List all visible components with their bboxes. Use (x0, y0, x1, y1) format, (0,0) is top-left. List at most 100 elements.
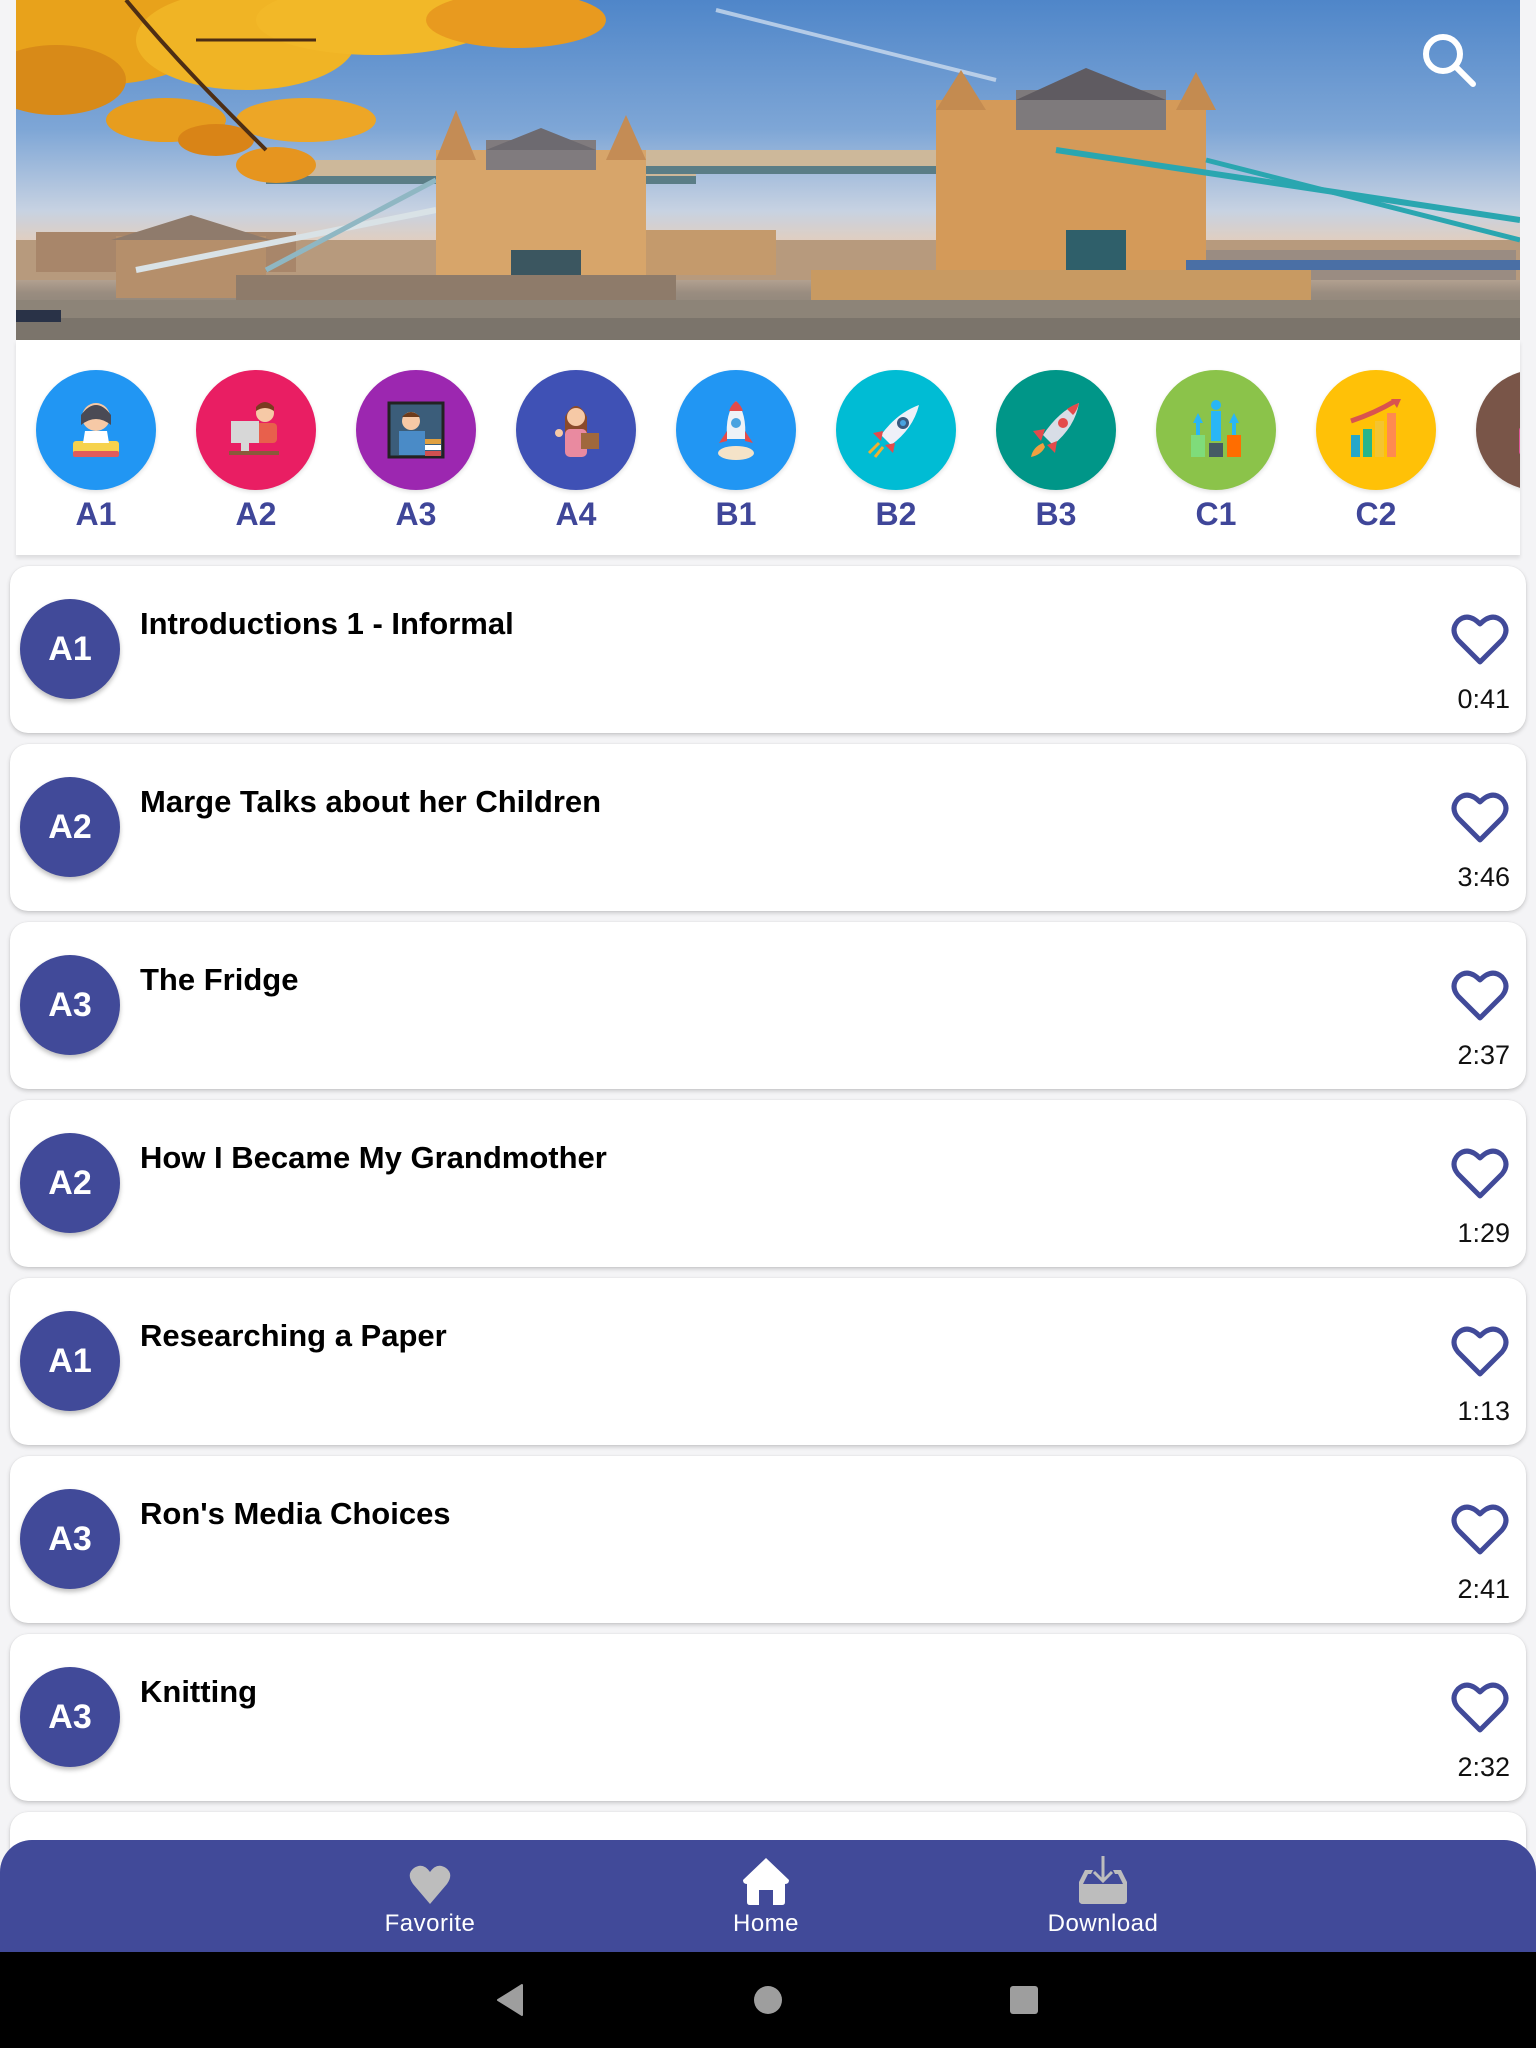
heart-outline-icon (1451, 970, 1509, 1021)
teacher-board-icon (387, 401, 445, 459)
nav-label: Download (1047, 1910, 1159, 1937)
tower-bridge-image (16, 0, 1520, 340)
rocket-boost-icon (1031, 403, 1079, 457)
level-selector: A1 A2 A3 A4 B1 B2 B3 C1 C2 (16, 340, 1520, 555)
home-icon (743, 1858, 789, 1905)
favorite-button[interactable] (1448, 610, 1512, 670)
level-item-a2[interactable]: A2 (196, 370, 316, 533)
recents-square-icon (1010, 1986, 1038, 2014)
lesson-card[interactable]: A1 Introductions 1 - Informal 0:41 (10, 566, 1526, 733)
favorite-button[interactable] (1448, 966, 1512, 1026)
level-label: A3 (395, 496, 437, 532)
level-label: C2 (1355, 496, 1397, 532)
level-item-locked[interactable]: C (1476, 370, 1520, 533)
back-triangle-icon (497, 1984, 523, 2016)
bottom-navigation: Favorite Home Download (0, 1840, 1536, 1952)
level-circle (36, 370, 156, 490)
level-circle (836, 370, 956, 490)
level-badge: A2 (20, 1133, 120, 1233)
heart-outline-icon (1451, 792, 1509, 843)
system-back-button[interactable] (490, 1980, 530, 2020)
level-item-b1[interactable]: B1 (676, 370, 796, 533)
level-label: B3 (1035, 496, 1077, 532)
woman-book-icon (555, 406, 599, 457)
system-home-button[interactable] (748, 1980, 788, 2020)
level-label: B2 (875, 496, 917, 532)
level-item-b3[interactable]: B3 (996, 370, 1116, 533)
download-tray-icon (1079, 1856, 1127, 1904)
lesson-title: Marge Talks about her Children (140, 784, 602, 819)
heart-outline-icon (1451, 1148, 1509, 1199)
student-reading-icon (73, 403, 119, 457)
heart-icon (409, 1865, 451, 1904)
system-recents-button[interactable] (1004, 1980, 1044, 2020)
level-label: B1 (715, 496, 757, 532)
lesson-title: The Fridge (140, 962, 299, 997)
lesson-title: Introductions 1 - Informal (140, 606, 514, 641)
home-circle-icon (754, 1986, 782, 2014)
heart-outline-icon (1451, 614, 1509, 665)
level-circle (996, 370, 1116, 490)
favorite-button[interactable] (1448, 788, 1512, 848)
lesson-card[interactable]: A3 The Fridge 2:37 (10, 922, 1526, 1089)
lesson-card[interactable]: A2 Marge Talks about her Children 3:46 (10, 744, 1526, 911)
level-item-a3[interactable]: A3 (356, 370, 476, 533)
favorite-button[interactable] (1448, 1500, 1512, 1560)
lesson-card[interactable]: A3 Knitting 2:32 (10, 1634, 1526, 1801)
growth-person-icon (1191, 400, 1241, 457)
favorite-button[interactable] (1448, 1322, 1512, 1382)
lesson-duration: 2:41 (1457, 1574, 1510, 1604)
rocket-flying-icon (867, 405, 919, 458)
lesson-duration: 2:32 (1457, 1752, 1510, 1782)
lock-icon (1519, 427, 1520, 455)
level-item-c2[interactable]: C2 (1316, 370, 1436, 533)
favorite-button[interactable] (1448, 1678, 1512, 1738)
level-label: A4 (555, 496, 597, 532)
system-navigation-bar (0, 1952, 1536, 2048)
lesson-duration: 3:46 (1457, 862, 1510, 892)
level-circle (516, 370, 636, 490)
nav-label: Favorite (384, 1910, 476, 1937)
heart-outline-icon (1451, 1504, 1509, 1555)
level-label: A1 (75, 496, 117, 532)
lesson-title: How I Became My Grandmother (140, 1140, 607, 1175)
lesson-duration: 2:37 (1457, 1040, 1510, 1070)
lesson-card[interactable]: A1 Researching a Paper 1:13 (10, 1278, 1526, 1445)
lesson-card[interactable]: A3 Ron's Media Choices 2:41 (10, 1456, 1526, 1623)
level-item-b2[interactable]: B2 (836, 370, 956, 533)
search-icon (1423, 34, 1476, 87)
level-badge: A3 (20, 1489, 120, 1589)
level-badge: A2 (20, 777, 120, 877)
level-circle (1156, 370, 1276, 490)
nav-favorite[interactable]: Favorite (330, 1850, 530, 1938)
lesson-card[interactable]: A2 How I Became My Grandmother 1:29 (10, 1100, 1526, 1267)
lesson-duration: 0:41 (1457, 684, 1510, 714)
level-label: C (1476, 496, 1520, 533)
lesson-title: Ron's Media Choices (140, 1496, 451, 1531)
level-circle (196, 370, 316, 490)
lesson-title: Knitting (140, 1674, 258, 1709)
level-badge: A3 (20, 1667, 120, 1767)
heart-outline-icon (1451, 1682, 1509, 1733)
level-item-c1[interactable]: C1 (1156, 370, 1276, 533)
nav-home[interactable]: Home (666, 1850, 866, 1938)
lesson-duration: 1:13 (1457, 1396, 1510, 1426)
person-computer-icon (229, 402, 279, 455)
rocket-launch-icon (718, 401, 754, 460)
favorite-button[interactable] (1448, 1144, 1512, 1204)
bar-chart-growth-icon (1350, 398, 1401, 457)
nav-label: Home (732, 1910, 800, 1937)
level-circle (676, 370, 796, 490)
level-label: C1 (1195, 496, 1237, 532)
nav-download[interactable]: Download (1003, 1850, 1203, 1938)
level-label: A2 (235, 496, 277, 532)
level-item-a4[interactable]: A4 (516, 370, 636, 533)
level-badge: A1 (20, 1311, 120, 1411)
lesson-title: Researching a Paper (140, 1318, 447, 1353)
heart-outline-icon (1451, 1326, 1509, 1377)
level-badge: A1 (20, 599, 120, 699)
level-circle (356, 370, 476, 490)
search-button[interactable] (1416, 28, 1480, 92)
level-circle (1476, 370, 1520, 490)
level-item-a1[interactable]: A1 (36, 370, 156, 533)
